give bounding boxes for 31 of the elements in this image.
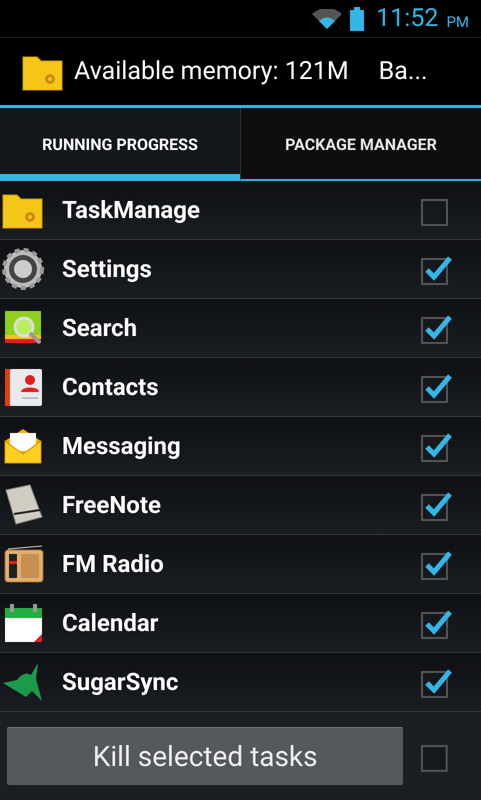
app-row[interactable]: Settings [0, 240, 481, 299]
kill-selected-tasks-button[interactable]: Kill selected tasks [7, 727, 404, 785]
app-row[interactable]: FreeNote [0, 476, 481, 535]
app-name: FreeNote [62, 490, 162, 521]
header-text: Ba... [378, 56, 428, 88]
app-name: Contacts [62, 372, 160, 403]
tab[interactable]: RUNNING PROGRESS [0, 108, 240, 181]
radio-icon [2, 543, 44, 585]
app-name: Calendar [62, 608, 160, 639]
app-row[interactable]: Messaging [0, 417, 481, 476]
available-memory: Available memory: 121M [74, 56, 349, 88]
app-name: TaskManage [62, 195, 201, 226]
app-row[interactable]: TaskManage [0, 181, 481, 240]
app-name: SugarSync [62, 667, 180, 698]
app-row[interactable]: Contacts [0, 358, 481, 417]
app-row[interactable]: Search [0, 299, 481, 358]
app-name: Settings [62, 254, 153, 285]
wifi-icon [312, 8, 342, 28]
app-name: FM Radio [62, 549, 165, 580]
calendar-icon [2, 602, 44, 644]
battery-icon [350, 6, 364, 30]
app-name: Search [62, 313, 138, 344]
app-row[interactable]: FM Radio [0, 535, 481, 594]
tab[interactable]: PACKAGE MANAGER [240, 108, 481, 181]
clock: 11:52 [376, 2, 438, 35]
settings-icon [2, 248, 44, 290]
app-row[interactable]: SugarSync [0, 653, 481, 712]
app-row[interactable]: Calendar [0, 594, 481, 653]
contacts-icon [2, 366, 44, 408]
app-name: Messaging [62, 431, 182, 462]
clock-period: PM [446, 12, 469, 34]
